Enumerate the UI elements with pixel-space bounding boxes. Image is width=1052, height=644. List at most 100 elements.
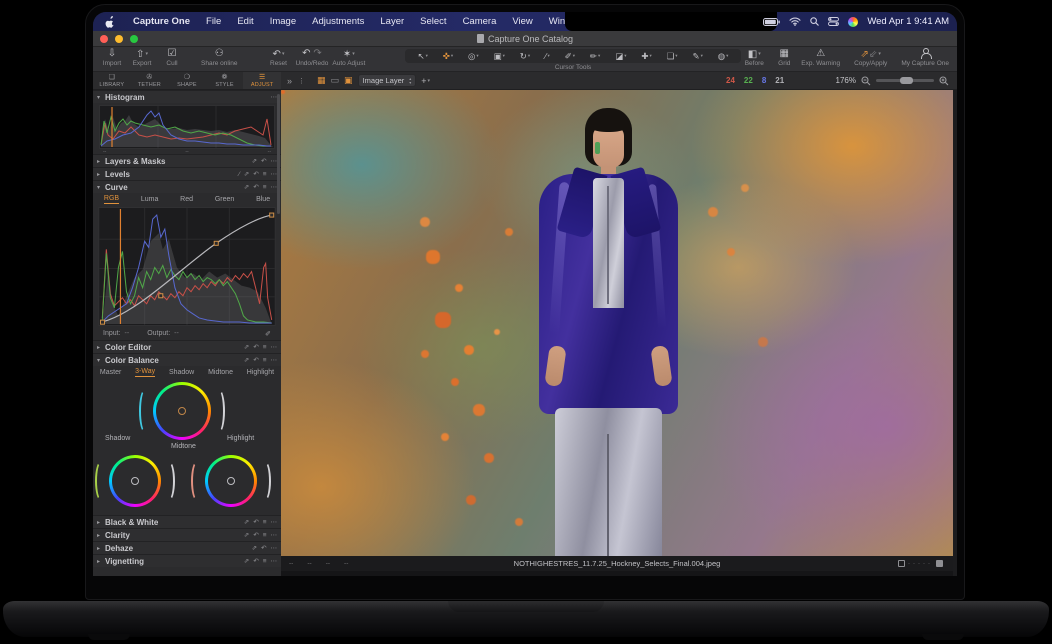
panel-menu-icon[interactable]: ⋯ — [271, 544, 278, 552]
panel-menu-icon[interactable]: ⋯ — [271, 356, 278, 364]
exposure-warning-button[interactable]: ⚠ Exp. Warning — [801, 48, 840, 67]
picker-icon[interactable]: ∕ — [239, 171, 240, 178]
pick-color-tool-icon[interactable]: ✐▾ — [565, 51, 575, 62]
before-button[interactable]: ◧▾ Before — [741, 48, 767, 67]
cb-tab-master[interactable]: Master — [100, 369, 121, 376]
panel-menu-icon[interactable]: ⋯ — [271, 518, 278, 526]
panel-menu-icon[interactable]: ⋯ — [271, 531, 278, 539]
reset-adjustments-icon[interactable]: ↶ — [253, 518, 258, 526]
midtone-wheel-indicator[interactable] — [178, 407, 186, 415]
black-white-panel-header[interactable]: ▸ Black & White ⇗ ↶ ≡ ⋯ — [93, 515, 281, 528]
preset-menu-icon[interactable]: ≡ — [263, 184, 267, 191]
cb-tab-midtone[interactable]: Midtone — [208, 369, 233, 376]
reset-adjustments-icon[interactable]: ↶ — [253, 531, 258, 539]
erase-mask-tool-icon[interactable]: ◪▾ — [615, 51, 626, 62]
cull-button[interactable]: ☑ Cull — [159, 48, 185, 67]
copy-adjustments-icon[interactable]: ⇗ — [244, 356, 249, 364]
preset-menu-icon[interactable]: ≡ — [263, 344, 267, 351]
wifi-icon[interactable] — [789, 17, 801, 26]
clone-tool-icon[interactable]: ❏▾ — [667, 51, 678, 62]
preset-menu-icon[interactable]: ≡ — [263, 519, 267, 526]
copy-adjustments-icon[interactable]: ⇗ — [252, 157, 257, 165]
tab-style[interactable]: ❁STYLE — [206, 72, 244, 89]
straighten-tool-icon[interactable]: ∕▾ — [545, 51, 550, 61]
share-online-button[interactable]: ⚇ Share online — [201, 48, 238, 67]
control-center-icon[interactable] — [828, 17, 839, 26]
copy-apply-button[interactable]: ⇗⇙▾ Copy/Apply — [854, 48, 887, 67]
levels-panel-header[interactable]: ▸ Levels ∕ ⇗ ↶ ≡ ⋯ — [93, 167, 281, 180]
search-icon[interactable] — [810, 17, 819, 26]
copy-adjustments-icon[interactable]: ⇗ — [252, 544, 257, 552]
vignetting-panel-header[interactable]: ▸ Vignetting ⇗ ↶ ≡ ⋯ — [93, 554, 281, 567]
layer-select[interactable]: Image Layer ▴▾ — [358, 74, 417, 87]
menu-item-edit[interactable]: Edit — [229, 16, 261, 27]
histogram-graph[interactable]: ------ — [93, 103, 281, 154]
zoom-level[interactable]: 176% — [836, 76, 856, 85]
dehaze-panel-header[interactable]: ▸ Dehaze ⇗ ↶ ⋯ — [93, 541, 281, 554]
midtone-lightness-slider[interactable] — [213, 389, 225, 433]
zoom-slider[interactable] — [876, 79, 934, 82]
reset-adjustments-icon[interactable]: ↶ — [253, 343, 258, 351]
copy-adjustments-icon[interactable]: ⇗ — [244, 557, 249, 565]
panel-menu-icon[interactable]: ⋯ — [271, 557, 278, 565]
annotate-tool-icon[interactable]: ✎▾ — [692, 51, 702, 62]
midtone-saturation-slider[interactable] — [139, 389, 151, 433]
curve-tab-red[interactable]: Red — [180, 196, 193, 203]
preset-menu-icon[interactable]: ≡ — [263, 357, 267, 364]
copy-adjustments-icon[interactable]: ⇗ — [244, 183, 249, 191]
import-button[interactable]: ⇩ Import — [99, 48, 125, 67]
zoom-slider-thumb[interactable] — [900, 77, 913, 84]
preset-menu-icon[interactable]: ≡ — [263, 171, 267, 178]
reset-adjustments-icon[interactable]: ↶ — [253, 557, 258, 565]
reset-adjustments-icon[interactable]: ↶ — [253, 170, 258, 178]
tab-shape[interactable]: ❍SHAPE — [168, 72, 206, 89]
cb-tab-highlight[interactable]: Highlight — [247, 369, 274, 376]
menu-item-image[interactable]: Image — [262, 16, 304, 27]
rotate-tool-icon[interactable]: ↻▾ — [520, 51, 530, 62]
reset-button[interactable]: ↶▾ Reset — [266, 48, 292, 67]
draw-mask-tool-icon[interactable]: ✏▾ — [590, 51, 600, 62]
curve-graph[interactable] — [93, 206, 281, 327]
copy-adjustments-icon[interactable]: ⇗ — [244, 343, 249, 351]
midtone-color-wheel[interactable] — [153, 382, 211, 440]
shadow-lightness-slider[interactable] — [163, 461, 175, 501]
tab-library[interactable]: ❏LIBRARY — [93, 72, 131, 89]
layers-masks-panel-header[interactable]: ▸ Layers & Masks ⇗ ↶ ⋯ — [93, 154, 281, 167]
menu-item-camera[interactable]: Camera — [455, 16, 505, 27]
reset-adjustments-icon[interactable]: ↶ — [261, 157, 266, 165]
grid-button[interactable]: ▦ Grid — [771, 48, 797, 67]
expand-panel-icon[interactable]: » — [287, 76, 292, 86]
view-grid-icon[interactable]: ▦ — [317, 75, 326, 86]
view-multi-icon[interactable]: ▣ — [344, 75, 353, 86]
copy-adjustments-icon[interactable]: ⇗ — [244, 170, 249, 178]
view-single-icon[interactable]: ▭ — [331, 75, 340, 86]
apple-logo-icon[interactable] — [105, 16, 115, 28]
tab-tether[interactable]: ✇TETHER — [131, 72, 169, 89]
more-options-icon[interactable]: ⋮ — [298, 77, 305, 85]
panel-menu-icon[interactable]: ⋯ — [271, 343, 278, 351]
highlight-saturation-slider[interactable] — [191, 461, 203, 501]
select-tool-icon[interactable]: ↖▾ — [417, 51, 427, 62]
histogram-panel-header[interactable]: ▾ Histogram ⋯ — [93, 90, 281, 103]
reset-adjustments-icon[interactable]: ↶ — [253, 183, 258, 191]
menu-bar-clock[interactable]: Wed Apr 1 9:41 AM — [867, 16, 949, 27]
loupe-tool-icon[interactable]: ◎▾ — [468, 51, 479, 62]
curve-tab-rgb[interactable]: RGB — [104, 195, 119, 204]
tab-adjust[interactable]: ☰ADJUST — [243, 72, 281, 89]
export-button[interactable]: ⇧▾ Export — [129, 48, 155, 67]
battery-icon[interactable] — [763, 18, 780, 26]
copy-adjustments-icon[interactable]: ⇗ — [244, 531, 249, 539]
curve-eyedropper-icon[interactable]: ✐ — [265, 330, 271, 338]
heal-tool-icon[interactable]: ✚▾ — [641, 51, 651, 62]
photo-canvas[interactable] — [281, 90, 953, 557]
preset-menu-icon[interactable]: ≡ — [263, 558, 267, 565]
color-balance-panel-header[interactable]: ▾ Color Balance ⇗ ↶ ≡ ⋯ — [93, 353, 281, 366]
cb-tab-3way[interactable]: 3-Way — [135, 368, 155, 377]
size-steps[interactable]: ····· — [908, 561, 933, 567]
clarity-panel-header[interactable]: ▸ Clarity ⇗ ↶ ≡ ⋯ — [93, 528, 281, 541]
cb-tab-shadow[interactable]: Shadow — [169, 369, 194, 376]
zoom-in-icon[interactable] — [939, 76, 949, 86]
color-editor-panel-header[interactable]: ▸ Color Editor ⇗ ↶ ≡ ⋯ — [93, 340, 281, 353]
undo-redo-button[interactable]: ↶ ↷ Undo/Redo — [296, 48, 329, 67]
zoom-out-icon[interactable] — [861, 76, 871, 86]
